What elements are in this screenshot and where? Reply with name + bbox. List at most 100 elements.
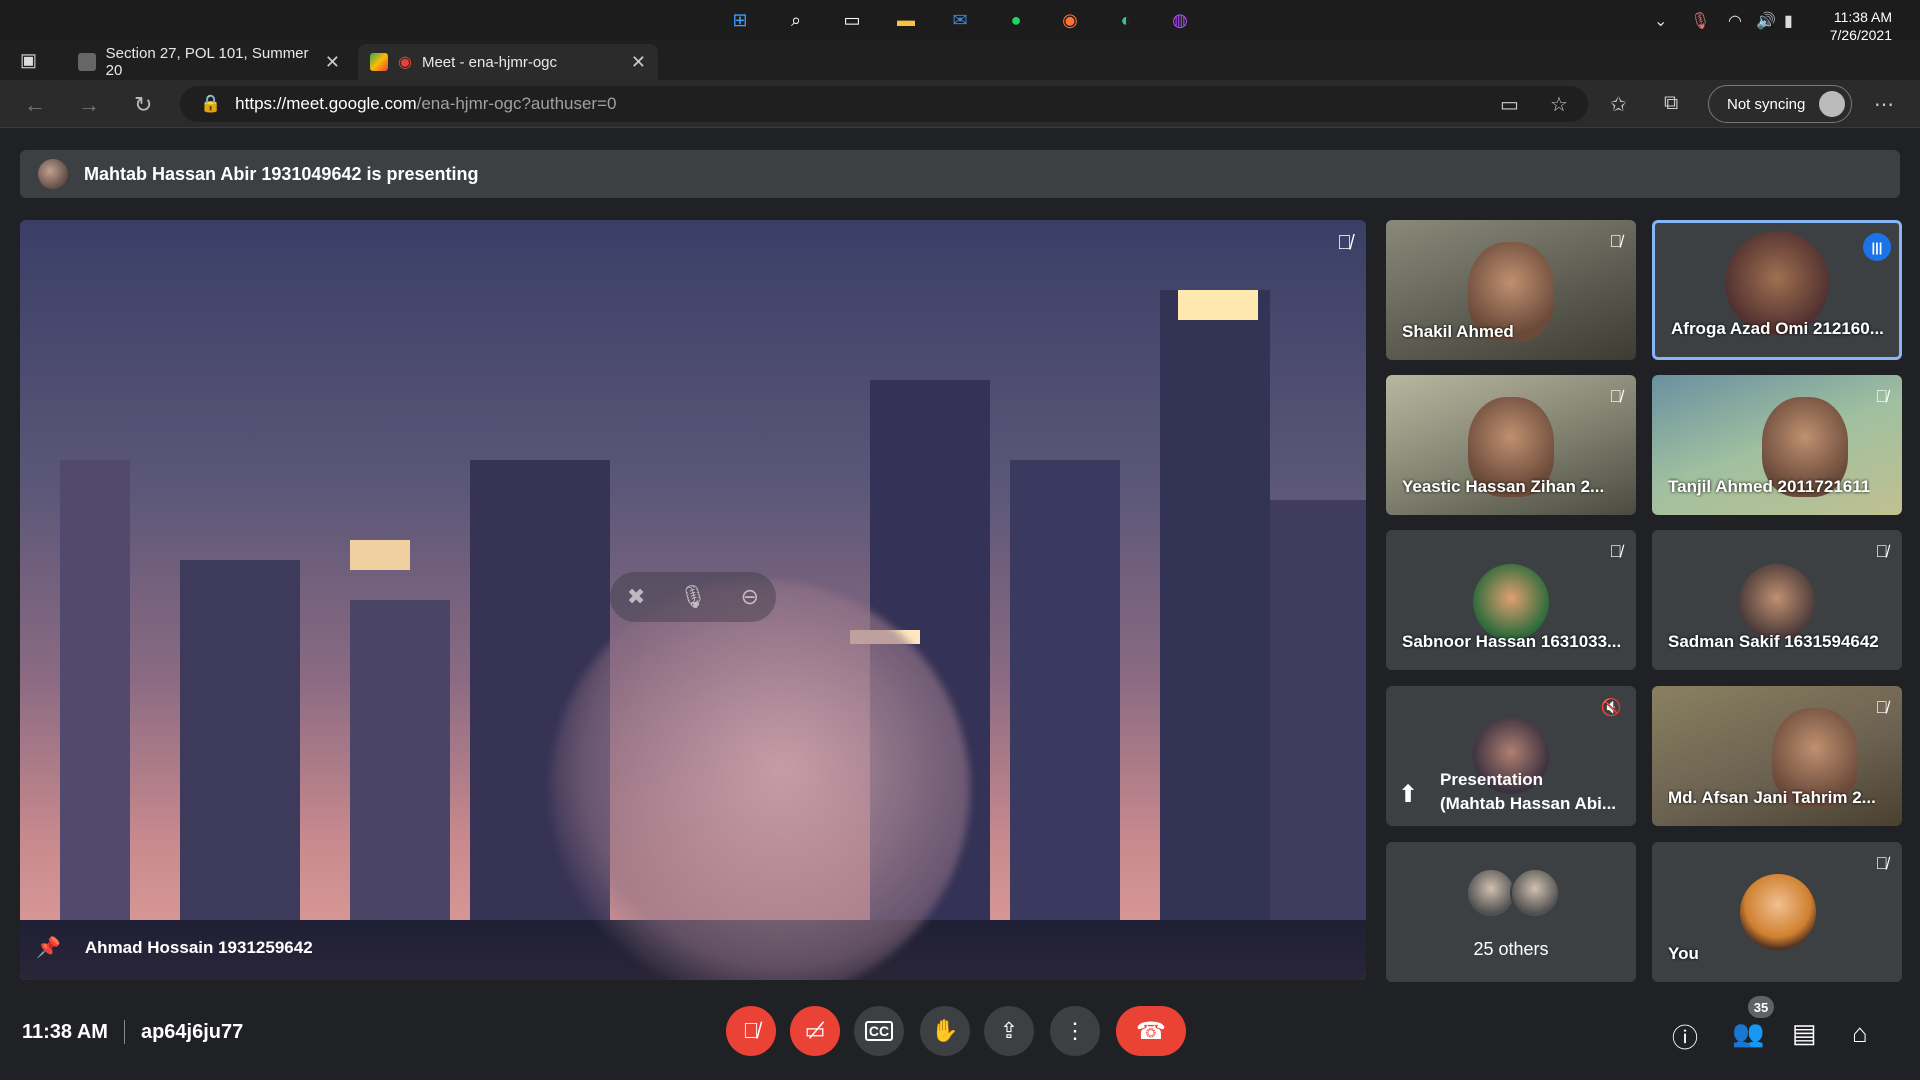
participant-name: Tanjil Ahmed 2011721611	[1668, 477, 1871, 496]
microphone-icon[interactable]: 🎙	[1690, 11, 1710, 31]
participant-tile[interactable]: 🎙̸ Tanjil Ahmed 2011721611	[1652, 375, 1902, 515]
participant-tile[interactable]: 🎙̸ Md. Afsan Jani Tahrim 2...	[1652, 686, 1902, 826]
tab-meet[interactable]: ◉ Meet - ena-hjmr-ogc ✕	[358, 44, 658, 80]
others-count-label: 25 others	[1473, 939, 1549, 959]
lit-window	[350, 540, 410, 570]
add-favorite-icon[interactable]: ☆	[1550, 92, 1568, 117]
participant-tile[interactable]: 🎙̸ Sabnoor Hassan 1631033...	[1386, 530, 1636, 670]
pin-icon[interactable]: ✖	[627, 584, 645, 610]
audio-off-icon: 🔇	[1600, 698, 1622, 717]
remove-icon[interactable]: ⊖	[741, 584, 759, 610]
refresh-icon[interactable]: ↻	[134, 92, 152, 118]
more-vert-icon: ⋮	[1064, 1018, 1086, 1043]
participant-video	[550, 580, 970, 980]
close-icon[interactable]: ✕	[631, 52, 646, 73]
url-host: https://meet.google.com	[235, 94, 417, 113]
chat-icon[interactable]: ▤	[1792, 1018, 1817, 1049]
more-menu-icon[interactable]: ⋯	[1874, 92, 1894, 117]
present-now-button[interactable]: ⇪	[984, 1006, 1034, 1056]
participant-name: Md. Afsan Jani Tahrim 2...	[1668, 788, 1876, 807]
microphone-toggle-button[interactable]: 🎙̸	[726, 1006, 776, 1056]
mic-off-icon: 🎙̸	[1609, 542, 1622, 561]
mic-off-icon: 🎙̸	[1875, 542, 1888, 561]
others-avatars	[1466, 868, 1560, 918]
captions-button[interactable]: CC	[854, 1006, 904, 1056]
profile-sync-button[interactable]: Not syncing	[1708, 85, 1852, 123]
hand-icon: ✋	[931, 1018, 959, 1043]
main-video-tile[interactable]: 🎙̸ ✖ 🎙 ⊖ 📌 Ahmad Hossain 1931259642	[20, 220, 1366, 980]
file-explorer-icon[interactable]: ▬	[894, 8, 918, 32]
participant-tile[interactable]: ||| Afroga Azad Omi 212160...	[1652, 220, 1902, 360]
info-icon[interactable]: ⓘ	[1672, 1018, 1698, 1055]
participant-name: Sabnoor Hassan 1631033...	[1402, 632, 1622, 651]
tab-actions-icon[interactable]: ▣	[20, 50, 37, 71]
page-icon	[78, 53, 96, 71]
system-clock[interactable]: 11:38 AM 7/26/2021	[1830, 8, 1892, 44]
people-icon[interactable]: 👥	[1732, 1018, 1764, 1049]
tab-label: Section 27, POL 101, Summer 20	[105, 45, 309, 79]
lit-window	[1178, 290, 1258, 320]
mute-icon[interactable]: 🎙	[679, 584, 707, 610]
raise-hand-button[interactable]: ✋	[920, 1006, 970, 1056]
presentation-tile[interactable]: 🔇 ⬆ Presentation (Mahtab Hassan Abi...	[1386, 686, 1636, 826]
participant-name: Afroga Azad Omi 212160...	[1671, 319, 1884, 338]
mic-off-icon: 🎙̸	[1875, 387, 1888, 406]
participant-tile[interactable]: 🎙̸ Yeastic Hassan Zihan 2...	[1386, 375, 1636, 515]
mic-off-icon: 🎙̸	[742, 1018, 760, 1043]
chevron-up-icon[interactable]: ⌄	[1654, 11, 1667, 31]
presenter-avatar	[38, 159, 68, 189]
wifi-icon[interactable]: ◠	[1728, 11, 1742, 31]
more-options-button[interactable]: ⋮	[1050, 1006, 1100, 1056]
camera-toggle-button[interactable]: ▭̸	[790, 1006, 840, 1056]
avatar	[1510, 868, 1560, 918]
windows-start-icon[interactable]: ⊞	[728, 8, 752, 32]
url-field[interactable]: 🔒 https://meet.google.com/ena-hjmr-ogc?a…	[180, 86, 1588, 122]
browser-tab-strip: ▣ Section 27, POL 101, Summer 20 ✕ ◉ Mee…	[0, 40, 1920, 116]
forward-icon[interactable]: →	[78, 92, 100, 118]
mail-icon[interactable]: ✉	[948, 8, 972, 32]
volume-icon[interactable]: 🔊	[1756, 11, 1776, 31]
back-icon[interactable]: ←	[24, 92, 46, 118]
main-speaker-label: 📌 Ahmad Hossain 1931259642	[36, 935, 313, 960]
avatar	[1473, 564, 1549, 640]
leave-call-button[interactable]: ☎	[1116, 1006, 1186, 1056]
mic-off-icon: 🎙̸	[1337, 232, 1352, 254]
collections-icon[interactable]: ⧉	[1664, 92, 1678, 115]
task-view-icon[interactable]: ▭	[840, 8, 864, 32]
present-screen-icon: ⬆	[1398, 781, 1419, 808]
tab-section-27[interactable]: Section 27, POL 101, Summer 20 ✕	[66, 44, 352, 80]
speaking-indicator-icon: |||	[1863, 233, 1891, 261]
self-tile[interactable]: 🎙̸ You	[1652, 842, 1902, 982]
close-icon[interactable]: ✕	[325, 52, 340, 73]
hang-up-icon: ☎	[1136, 1017, 1166, 1045]
search-icon[interactable]: ⌕	[784, 8, 808, 32]
messenger-icon[interactable]: ◍	[1168, 8, 1192, 32]
firefox-icon[interactable]: ◉	[1058, 8, 1082, 32]
participant-tile[interactable]: 🎙̸ Shakil Ahmed	[1386, 220, 1636, 360]
battery-icon[interactable]: ▮	[1784, 11, 1793, 31]
participant-tile[interactable]: 🎙̸ Sadman Sakif 1631594642	[1652, 530, 1902, 670]
background-building	[180, 560, 300, 980]
background-building	[60, 460, 130, 980]
participant-name: You	[1668, 944, 1699, 963]
divider	[123, 1020, 125, 1044]
activities-icon[interactable]: ⌂	[1852, 1018, 1868, 1049]
others-tile[interactable]: 25 others	[1386, 842, 1636, 982]
clock-time: 11:38 AM	[1833, 9, 1892, 25]
spotify-icon[interactable]: ●	[1004, 8, 1028, 32]
pin-icon[interactable]: 📌	[36, 935, 61, 960]
avatar	[1466, 868, 1516, 918]
present-screen-icon: ⇪	[999, 1018, 1019, 1043]
mic-off-icon: 🎙̸	[1609, 232, 1622, 251]
participant-name: Shakil Ahmed	[1402, 322, 1514, 341]
recording-icon: ◉	[398, 54, 412, 71]
lock-icon[interactable]: 🔒	[200, 94, 221, 114]
presentation-owner: (Mahtab Hassan Abi...	[1440, 794, 1617, 813]
meeting-controls-bar: 11:38 AM ap64j6ju77 🎙̸ ▭̸ CC ✋ ⇪ ⋮ ☎ ⓘ 👥…	[0, 990, 1920, 1080]
favorites-icon[interactable]: ✩	[1610, 92, 1627, 117]
sync-label: Not syncing	[1727, 95, 1806, 113]
camera-in-use-icon[interactable]: ▭	[1500, 92, 1519, 117]
profile-avatar	[1819, 91, 1845, 117]
people-count-badge: 35	[1748, 996, 1774, 1018]
edge-icon[interactable]: ◐	[1114, 8, 1138, 32]
